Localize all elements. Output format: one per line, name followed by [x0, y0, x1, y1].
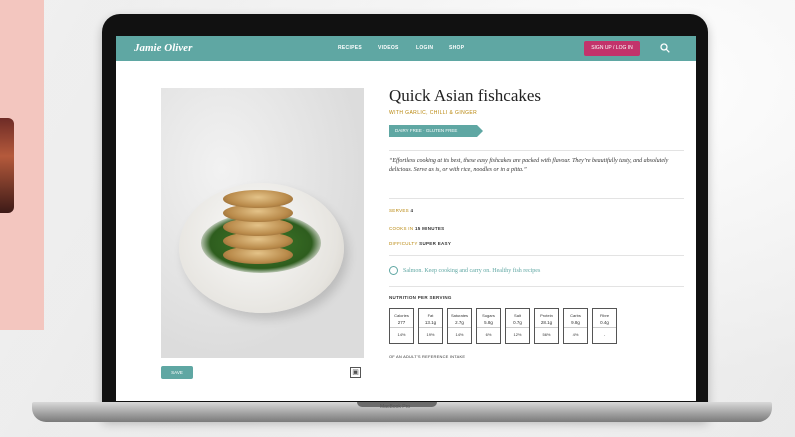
nav-link-videos[interactable]: VIDEOS — [378, 45, 399, 51]
recipe-subtitle: WITH GARLIC, CHILLI & GINGER — [389, 110, 478, 116]
nutrition-label: Carbs — [570, 313, 581, 318]
leaf-icon — [389, 266, 398, 275]
nutrition-value: 277 — [397, 320, 406, 325]
nutrition-label: Fat — [427, 313, 434, 318]
print-icon[interactable]: ▣ — [350, 367, 361, 378]
serves-value: 4 — [410, 208, 414, 213]
nutrition-item-calories: Calories 277 14% — [389, 308, 414, 344]
brand-logo[interactable]: Jamie Oliver — [134, 42, 192, 54]
nutrition-label: Fibre — [599, 313, 610, 318]
cooks-row: COOKS IN 15 MINUTES — [389, 226, 444, 231]
nutrition-percent: 6% — [477, 327, 500, 337]
fishcake-layer — [223, 190, 293, 208]
nutrition-item-salt: Salt 0.7g 12% — [505, 308, 530, 344]
difficulty-row: DIFFICULTY SUPER EASY — [389, 241, 451, 246]
pink-side-panel — [0, 0, 44, 330]
nutrition-label: Protein — [540, 313, 553, 318]
nutrition-percent: 14% — [390, 327, 413, 337]
divider — [389, 286, 684, 287]
nutrition-value: 0.4g — [600, 320, 609, 325]
cooks-label: COOKS IN — [389, 226, 414, 231]
nutrition-value: 2.7g — [455, 320, 464, 325]
nutrition-label: Calories — [394, 313, 409, 318]
divider — [389, 150, 684, 151]
nutrition-value: 0.7g — [513, 320, 522, 325]
nav-link-shop[interactable]: SHOP — [449, 45, 464, 51]
nutrition-percent: 14% — [448, 327, 471, 337]
reference-intake-note: OF AN ADULT'S REFERENCE INTAKE — [389, 354, 466, 359]
nutrition-item-protein: Protein 28.1g 56% — [534, 308, 559, 344]
cooks-value: 15 MINUTES — [414, 226, 445, 231]
divider — [389, 255, 684, 256]
nutrition-percent: 56% — [535, 327, 558, 337]
serves-row: SERVES 4 — [389, 208, 413, 213]
side-photo — [0, 118, 14, 213]
dietary-tag: DAIRY FREE · GLUTEN FREE — [389, 125, 483, 137]
related-hint[interactable]: Salmon. Keep cooking and carry on. Healt… — [389, 266, 540, 275]
nutrition-item-sugars: Sugars 5.8g 6% — [476, 308, 501, 344]
nutrition-percent: 12% — [506, 327, 529, 337]
laptop-frame: Jamie Oliver RECIPES VIDEOS LOGIN SHOP S… — [102, 14, 708, 419]
nutrition-item-saturates: Saturates 2.7g 14% — [447, 308, 472, 344]
laptop-screen: Jamie Oliver RECIPES VIDEOS LOGIN SHOP S… — [116, 36, 696, 401]
recipe-intro: “Effortless cooking at its best, these e… — [389, 158, 669, 173]
signup-button[interactable]: SIGN UP / LOG IN — [584, 41, 640, 56]
difficulty-label: DIFFICULTY — [389, 241, 418, 246]
laptop-model-label: MacBook Pro — [380, 404, 411, 410]
nutrition-panel: Calories 277 14% Fat 13.1g 19% Saturates… — [389, 308, 617, 344]
save-button[interactable]: SAVE — [161, 366, 193, 379]
top-nav: Jamie Oliver RECIPES VIDEOS LOGIN SHOP S… — [116, 36, 696, 61]
nav-link-recipes[interactable]: RECIPES — [338, 45, 362, 51]
recipe-photo — [161, 88, 364, 358]
nutrition-percent: 4% — [564, 327, 587, 337]
nutrition-label: Saturates — [450, 313, 469, 318]
nutrition-title: NUTRITION PER SERVING — [389, 295, 452, 300]
search-icon[interactable] — [660, 43, 670, 53]
nutrition-value: 13.1g — [424, 320, 437, 325]
nutrition-item-fibre: Fibre 0.4g - — [592, 308, 617, 344]
recipe-title: Quick Asian fishcakes — [389, 86, 542, 105]
divider — [389, 198, 684, 199]
nutrition-value: 9.8g — [571, 320, 580, 325]
nutrition-percent: 19% — [419, 327, 442, 337]
nutrition-item-carbs: Carbs 9.8g 4% — [563, 308, 588, 344]
nutrition-label: Salt — [514, 313, 521, 318]
nutrition-label: Sugars — [482, 313, 495, 318]
difficulty-value: SUPER EASY — [419, 241, 452, 246]
nutrition-value: 28.1g — [540, 320, 553, 325]
nav-link-login[interactable]: LOGIN — [416, 45, 433, 51]
related-hint-text: Salmon. Keep cooking and carry on. Healt… — [403, 267, 541, 274]
nutrition-value: 5.8g — [484, 320, 493, 325]
nutrition-item-fat: Fat 13.1g 19% — [418, 308, 443, 344]
nutrition-percent: - — [593, 327, 616, 337]
serves-label: SERVES — [389, 208, 409, 213]
